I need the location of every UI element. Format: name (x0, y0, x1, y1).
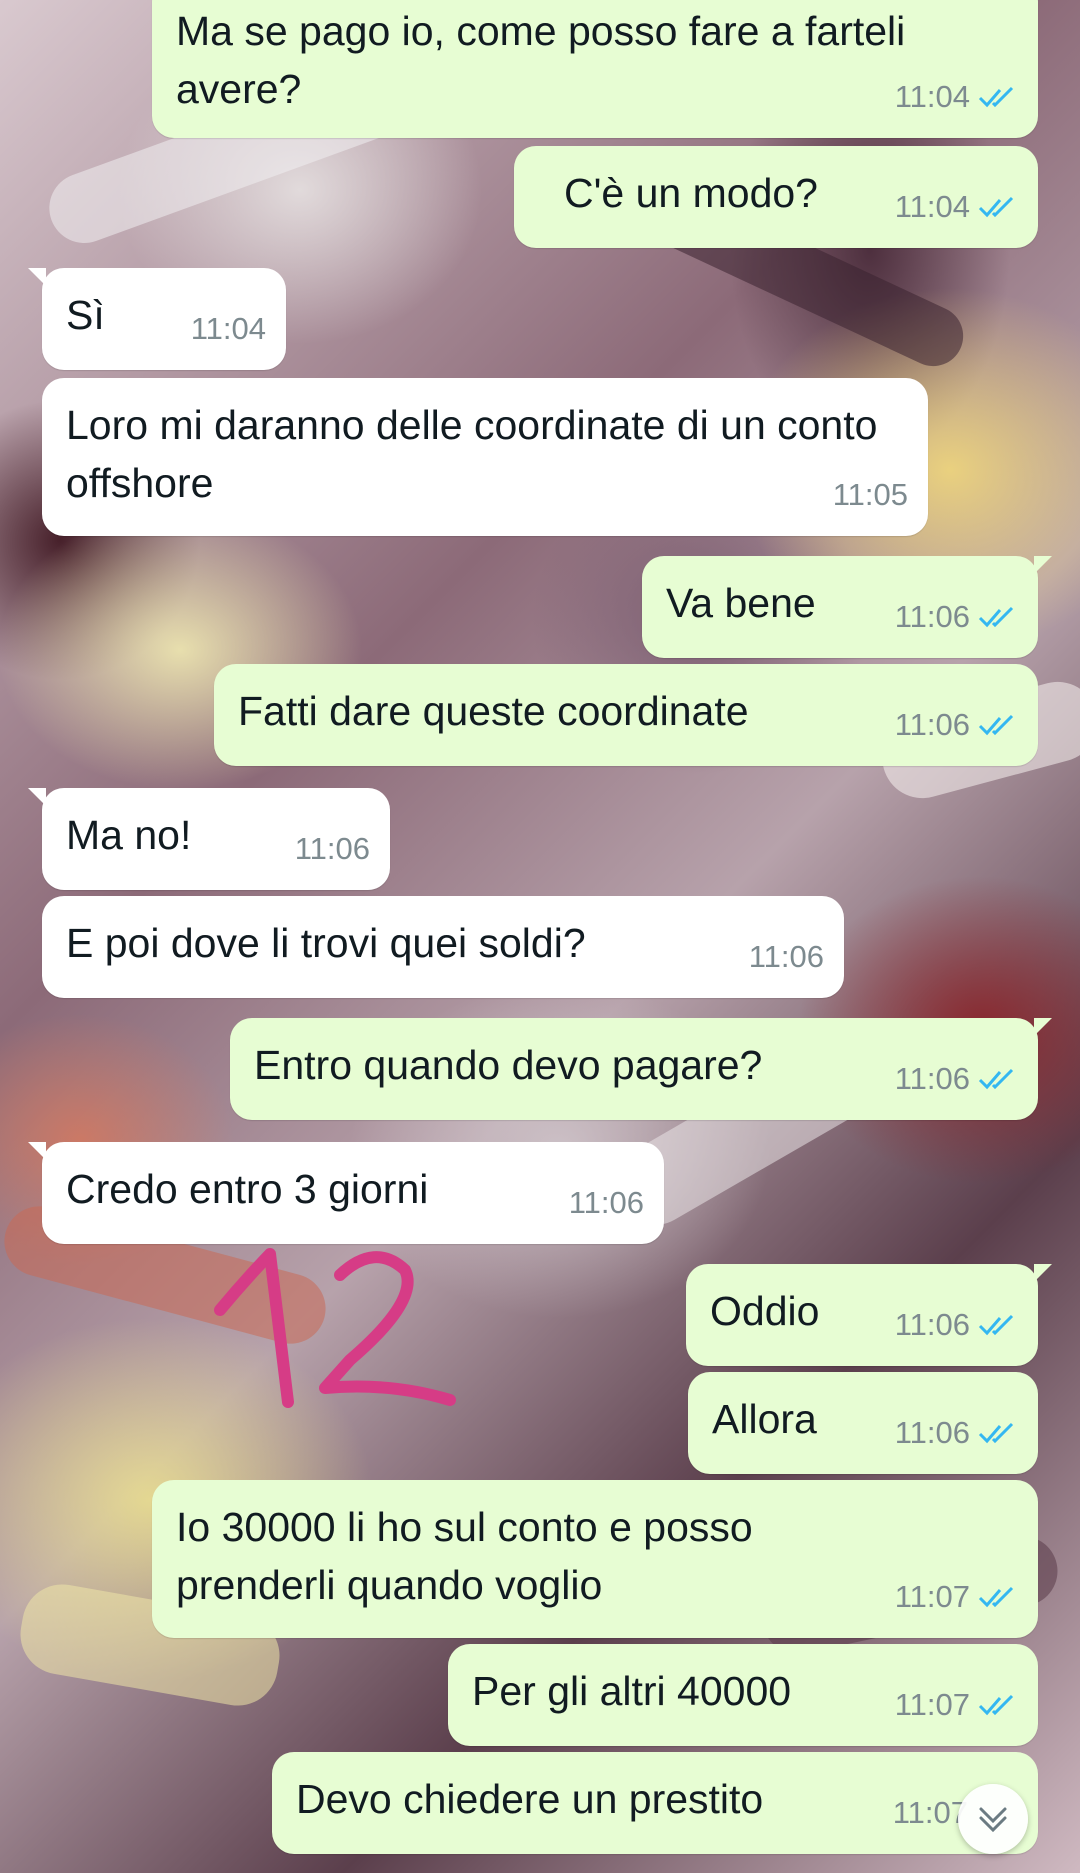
double-check-read-icon (978, 1586, 1014, 1608)
message-meta: 11:06 (749, 928, 824, 986)
message-meta: 11:04 (895, 178, 1018, 236)
message-incoming[interactable]: Sì 11:04 (28, 268, 286, 370)
message-text: Loro mi daranno delle coordinate di un c… (66, 402, 878, 506)
double-check-read-icon (978, 86, 1014, 108)
message-meta: 11:06 (895, 696, 1018, 754)
message-outgoing[interactable]: Oddio 11:06 (686, 1264, 1052, 1366)
double-check-read-icon (978, 606, 1014, 628)
message-outgoing[interactable]: Devo chiedere un prestito 11:07 (272, 1752, 1038, 1854)
message-incoming[interactable]: Ma no! 11:06 (28, 788, 390, 890)
message-time: 11:07 (892, 1795, 968, 1830)
message-time: 11:06 (894, 1415, 970, 1450)
double-check-read-icon (978, 1422, 1014, 1444)
message-meta: 11:06 (569, 1174, 644, 1232)
message-time: 11:07 (894, 1579, 970, 1614)
message-text: E poi dove li trovi quei soldi? (66, 920, 586, 966)
message-meta: 11:06 (895, 1296, 1018, 1354)
message-meta: 11:06 (895, 588, 1018, 646)
double-check-read-icon (978, 1694, 1014, 1716)
message-meta: 11:06 (895, 1404, 1018, 1462)
message-outgoing[interactable]: Entro quando devo pagare? 11:06 (230, 1018, 1052, 1120)
message-meta: 11:07 (895, 1568, 1018, 1626)
message-incoming[interactable]: Credo entro 3 giorni 11:06 (28, 1142, 664, 1244)
double-check-read-icon (978, 714, 1014, 736)
message-outgoing[interactable]: Ma se pago io, come posso fare a farteli… (152, 0, 1038, 138)
message-meta: 11:04 (895, 68, 1018, 126)
message-incoming[interactable]: Loro mi daranno delle coordinate di un c… (42, 378, 928, 536)
message-time: 11:05 (832, 477, 908, 512)
message-outgoing[interactable]: Io 30000 li ho sul conto e posso prender… (152, 1480, 1038, 1638)
message-time: 11:06 (894, 1307, 970, 1342)
message-time: 11:04 (190, 311, 266, 346)
double-check-read-icon (978, 196, 1014, 218)
message-meta: 11:05 (833, 466, 908, 524)
message-incoming[interactable]: E poi dove li trovi quei soldi? 11:06 (42, 896, 844, 998)
message-time: 11:07 (894, 1687, 970, 1722)
scroll-to-bottom-button[interactable] (958, 1784, 1028, 1854)
message-time: 11:06 (894, 1061, 970, 1096)
message-outgoing[interactable]: Fatti dare queste coordinate 11:06 (214, 664, 1038, 766)
double-check-read-icon (978, 1314, 1014, 1336)
message-outgoing[interactable]: Va bene 11:06 (642, 556, 1052, 658)
message-meta: 11:04 (191, 300, 266, 358)
message-time: 11:04 (894, 79, 970, 114)
message-outgoing[interactable]: Allora 11:06 (688, 1372, 1038, 1474)
message-text: Io 30000 li ho sul conto e posso prender… (176, 1504, 753, 1608)
message-time: 11:06 (894, 707, 970, 742)
message-text: Ma se pago io, come posso fare a farteli… (176, 8, 906, 112)
message-time: 11:06 (748, 939, 824, 974)
message-outgoing[interactable]: C'è un modo? 11:04 (514, 146, 1038, 248)
double-chevron-down-icon (979, 1807, 1007, 1833)
message-time: 11:06 (294, 831, 370, 866)
message-time: 11:06 (894, 599, 970, 634)
message-meta: 11:07 (895, 1676, 1018, 1734)
message-text: Credo entro 3 giorni (66, 1166, 429, 1212)
message-meta: 11:06 (295, 820, 370, 878)
message-time: 11:04 (894, 189, 970, 224)
message-meta: 11:07 (893, 1784, 968, 1842)
message-outgoing[interactable]: Per gli altri 40000 11:07 (448, 1644, 1038, 1746)
double-check-read-icon (978, 1068, 1014, 1090)
message-time: 11:06 (568, 1185, 644, 1220)
message-meta: 11:06 (895, 1050, 1018, 1108)
handwritten-annotation: 12 (214, 1248, 456, 1408)
